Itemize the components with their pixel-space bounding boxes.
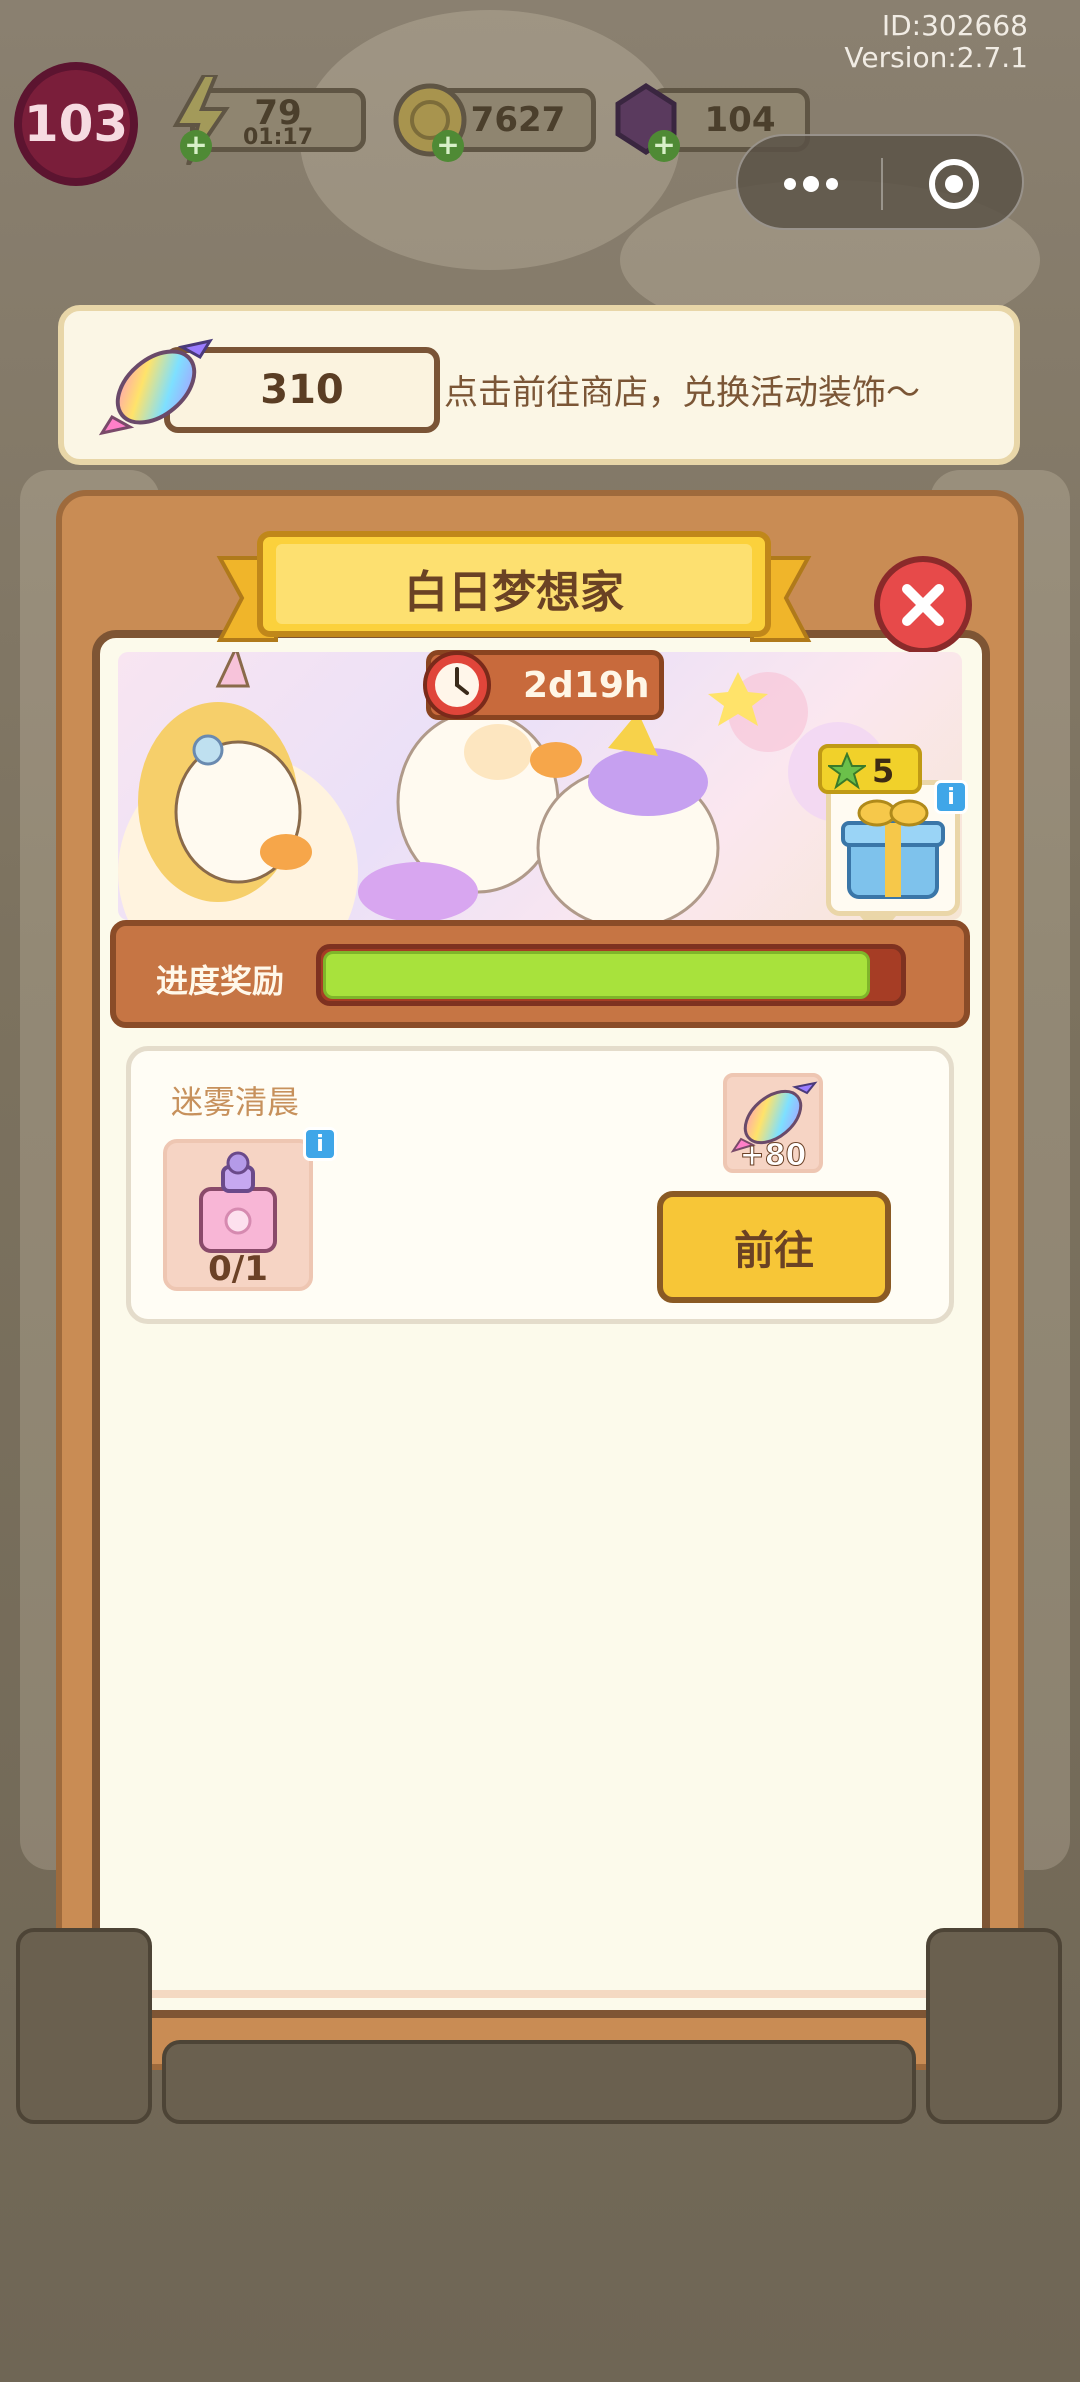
reward-info-icon[interactable]: i: [934, 780, 968, 814]
gem-value: 104: [704, 100, 776, 140]
miniprogram-capsule: [736, 134, 1024, 230]
reward-star-badge: 5: [818, 744, 922, 794]
clock-icon: [419, 647, 495, 723]
shop-banner[interactable]: 310 点击前往商店，兑换活动装饰～: [58, 305, 1020, 465]
build-version: Version:2.7.1: [844, 41, 1028, 74]
progress-reward-row: 进度奖励: [110, 920, 970, 1028]
task-reward: +80: [723, 1073, 823, 1174]
progress-label: 进度奖励: [156, 962, 285, 1000]
build-id: ID:302668: [881, 9, 1028, 42]
add-gems-button[interactable]: +: [648, 130, 680, 162]
close-miniprogram-icon[interactable]: [926, 156, 982, 212]
perfume-bottle-icon: [199, 1151, 277, 1253]
player-level: 103: [23, 95, 129, 153]
event-timer: 2d19h: [423, 650, 664, 720]
energy-timer: 01:17: [242, 125, 314, 150]
event-timer-value: 2d19h: [523, 665, 650, 706]
go-button[interactable]: 前往: [657, 1191, 891, 1303]
bottom-left-button: [16, 1928, 152, 2124]
event-title: 白日梦想家: [404, 567, 624, 618]
task-item-info-icon[interactable]: i: [303, 1127, 337, 1161]
add-energy-button[interactable]: +: [180, 130, 212, 162]
shop-button: [926, 1928, 1062, 2124]
coin-value: 7627: [470, 100, 566, 140]
shop-hint-text: 点击前往商店，兑换活动装饰～: [444, 373, 920, 413]
bottom-bar: [162, 2040, 916, 2124]
candy-icon: [98, 329, 214, 445]
close-button[interactable]: [874, 556, 972, 654]
reward-star-count: 5: [872, 752, 895, 790]
task-progress: 0/1: [208, 1249, 268, 1289]
task-card: 迷雾清晨 0/1 i +80 前往: [126, 1046, 954, 1324]
build-info: ID:302668 Version:2.7.1: [844, 10, 1028, 74]
task-reward-amount: +80: [739, 1138, 807, 1174]
task-title: 迷雾清晨: [171, 1083, 300, 1121]
energy-value: 79: [254, 93, 302, 133]
progress-bar: [316, 944, 906, 1006]
star-icon: [825, 751, 869, 790]
more-menu-icon[interactable]: [776, 162, 846, 206]
close-icon: [902, 584, 944, 626]
title-ribbon: 白日梦想家: [216, 528, 812, 648]
task-item-slot[interactable]: 0/1: [163, 1139, 313, 1291]
player-level-badge[interactable]: 103: [14, 62, 138, 186]
progress-bar-fill: [323, 951, 871, 999]
list-bottom-divider: [110, 1990, 966, 1998]
add-coins-button[interactable]: +: [432, 130, 464, 162]
